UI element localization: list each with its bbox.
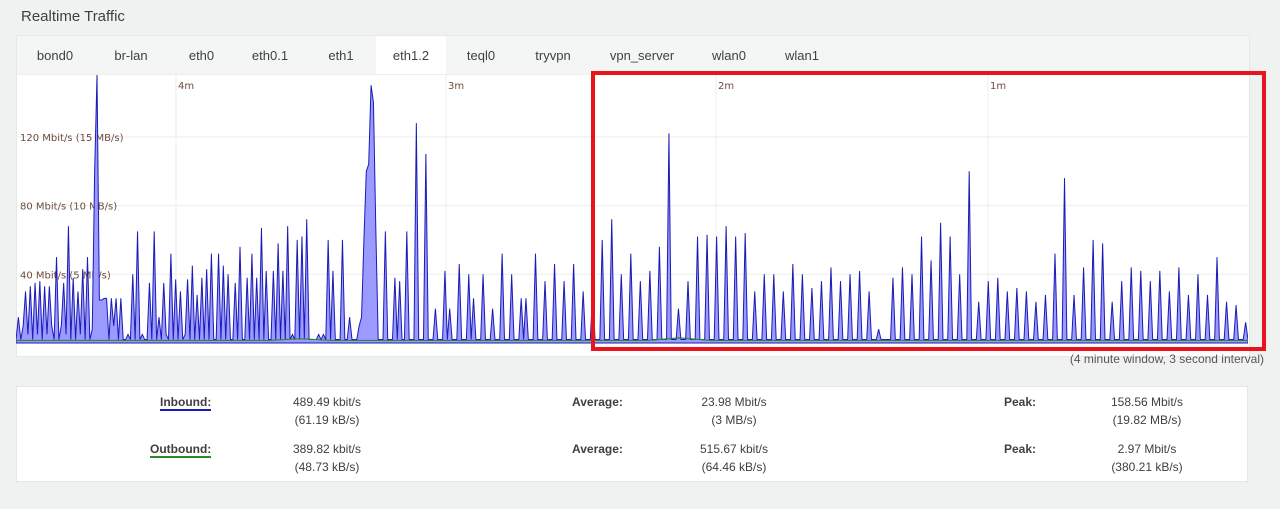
y-tick-label: 120 Mbit/s (15 MB/s)	[20, 133, 124, 144]
tab-vpn-server[interactable]: vpn_server	[590, 36, 694, 74]
outbound-peak: 2.97 Mbit/s (380.21 kB/s)	[1092, 440, 1202, 476]
tab-teql0[interactable]: teql0	[446, 36, 516, 74]
inbound-average: 23.98 Mbit/s (3 MB/s)	[674, 393, 794, 429]
inbound-current: 489.49 kbit/s (61.19 kB/s)	[267, 393, 387, 429]
tab-tryvpn[interactable]: tryvpn	[516, 36, 590, 74]
inbound-average-label: Average:	[572, 395, 623, 409]
inbound-peak-label: Peak:	[1004, 395, 1037, 409]
outbound-peak-label: Peak:	[1004, 442, 1037, 456]
inbound-area	[15, 74, 1249, 344]
inbound-average-sub: (3 MB/s)	[711, 413, 757, 427]
x-tick-label: 4m	[178, 81, 194, 92]
inbound-current-value: 489.49 kbit/s	[292, 395, 362, 409]
traffic-chart-svg: 4m 3m 2m 1m40 Mbit/s (5 MB/s)80 Mbit/s (10 …	[15, 74, 1249, 344]
y-tick-label: 80 Mbit/s (10 MB/s)	[20, 202, 117, 213]
outbound-average-label: Average:	[572, 442, 623, 456]
inbound-label: Inbound:	[160, 395, 212, 411]
outbound-average-value: 515.67 kbit/s	[699, 442, 769, 456]
inbound-peak: 158.56 Mbit/s (19.82 MB/s)	[1092, 393, 1202, 429]
x-tick-label: 2m	[718, 81, 734, 92]
inbound-peak-sub: (19.82 MB/s)	[1112, 413, 1182, 427]
outbound-average: 515.67 kbit/s (64.46 kB/s)	[674, 440, 794, 476]
tab-eth1[interactable]: eth1	[306, 36, 376, 74]
tab-eth0[interactable]: eth0	[169, 36, 234, 74]
page-title: Realtime Traffic	[21, 8, 125, 25]
traffic-chart: 4m 3m 2m 1m 40 Mbit/s (5 MB/s) 80 Mbit/s (10 …	[15, 74, 1249, 347]
tab-wlan0[interactable]: wlan0	[694, 36, 764, 74]
outbound-peak-sub: (380.21 kB/s)	[1111, 460, 1183, 474]
x-tick-label: 1m	[990, 81, 1006, 92]
outbound-current-value: 389.82 kbit/s	[292, 442, 362, 456]
inbound-current-sub: (61.19 kB/s)	[294, 413, 360, 427]
stats-panel: Inbound: 489.49 kbit/s (61.19 kB/s) Aver…	[16, 386, 1248, 482]
outbound-average-sub: (64.46 kB/s)	[701, 460, 767, 474]
interface-tabs: bond0 br-lan eth0 eth0.1 eth1 eth1.2 teq…	[17, 36, 1249, 75]
outbound-label: Outbound:	[150, 442, 212, 458]
tab-bond0[interactable]: bond0	[17, 36, 93, 74]
tab-br-lan[interactable]: br-lan	[93, 36, 169, 74]
inbound-average-value: 23.98 Mbit/s	[701, 395, 767, 409]
inbound-peak-value: 158.56 Mbit/s	[1110, 395, 1184, 409]
tab-eth1-2[interactable]: eth1.2	[376, 36, 446, 74]
window-note: (4 minute window, 3 second interval)	[1069, 352, 1264, 366]
outbound-peak-value: 2.97 Mbit/s	[1117, 442, 1177, 456]
x-tick-label: 3m	[448, 81, 464, 92]
tab-eth0-1[interactable]: eth0.1	[234, 36, 306, 74]
outbound-current: 389.82 kbit/s (48.73 kB/s)	[267, 440, 387, 476]
tab-wlan1[interactable]: wlan1	[764, 36, 840, 74]
outbound-current-sub: (48.73 kB/s)	[294, 460, 360, 474]
